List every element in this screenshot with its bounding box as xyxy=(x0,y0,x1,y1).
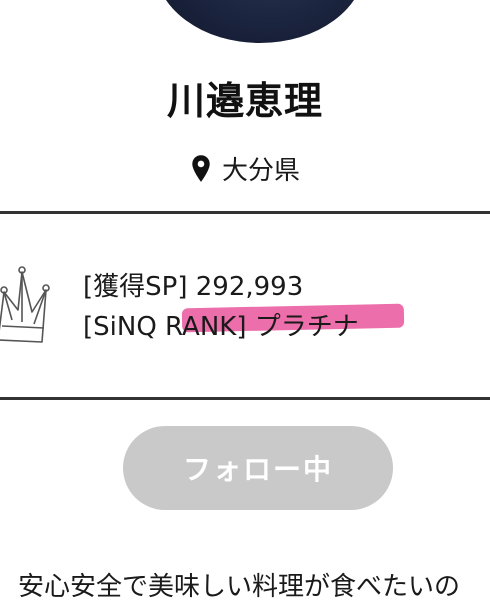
profile-name: 川邉恵理 xyxy=(166,79,323,123)
rank-value: プラチナ xyxy=(254,312,359,342)
stats-block: [獲得SP] 292,993 [SiNQ RANK] プラチナ xyxy=(83,267,359,347)
sp-label: [獲得SP] xyxy=(83,272,188,302)
crown-icon xyxy=(0,266,50,343)
divider xyxy=(0,397,490,400)
profile-page: 川邉恵理 大分県 [獲得SP] 292,993 [SiNQ RANK] プラチナ xyxy=(0,0,490,600)
avatar[interactable] xyxy=(155,0,365,43)
sp-value: 292,993 xyxy=(195,272,304,302)
bio-text: 安心安全で美味しい料理が食べたいの xyxy=(18,572,461,600)
sp-line: [獲得SP] 292,993 xyxy=(83,267,359,307)
divider xyxy=(0,211,490,214)
rank-line: [SiNQ RANK] プラチナ xyxy=(83,307,359,347)
follow-button[interactable]: フォロー中 xyxy=(123,426,393,510)
rank-label: [SiNQ RANK] xyxy=(83,312,247,342)
location-text: 大分県 xyxy=(221,156,300,186)
profile-location: 大分県 xyxy=(0,150,490,187)
map-pin-icon xyxy=(192,154,210,182)
